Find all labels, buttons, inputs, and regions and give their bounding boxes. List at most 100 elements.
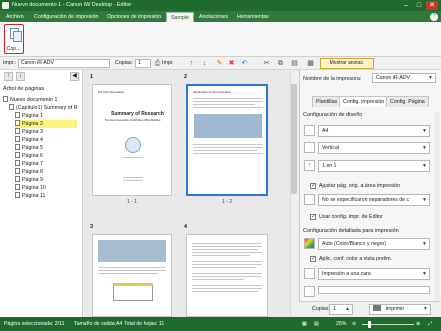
orientation-select[interactable]: Vertical ▼ (318, 142, 430, 154)
copies-label: Copias: (115, 60, 133, 66)
arrow-up-icon[interactable]: ↑ (187, 59, 196, 68)
apply-color-label: Aplic. conf. color a vista prelim. (319, 256, 393, 262)
undo-icon[interactable]: ↶ (240, 59, 249, 68)
thumb-line (123, 180, 143, 181)
page-thumbnail-3[interactable] (92, 234, 172, 317)
preview-area: 1 For GS Corporation Summary of Research… (84, 70, 298, 317)
tab-print-settings[interactable]: Configuración de impresión (30, 12, 102, 22)
tab-page-config[interactable]: Config. Página (386, 96, 429, 107)
page-number: 1 (90, 74, 94, 80)
print-button[interactable]: Impr. (162, 60, 174, 66)
thumb-label: 1 - 2 (222, 199, 233, 205)
page-number: 2 (184, 74, 188, 80)
tree-page-5[interactable]: Página 5 (15, 144, 43, 152)
copy-icon[interactable]: ⧉ (276, 59, 285, 68)
tree-page-8[interactable]: Página 8 (15, 168, 43, 176)
minimize-button[interactable]: – (400, 1, 412, 10)
maximize-button[interactable]: □ (413, 1, 425, 10)
pages-per-sheet-select[interactable]: 1 en 1 ▼ (318, 160, 430, 172)
thumb-label: 1 - 1 (127, 199, 138, 205)
print-action-bar: Copias 1 ▲ Imprimir ▼ (299, 301, 441, 317)
view-icon[interactable]: ▦ (306, 59, 315, 68)
globe-icon (125, 137, 141, 153)
tree-page-3[interactable]: Página 3 (15, 128, 43, 136)
arrow-down-icon[interactable]: ↓ (200, 59, 209, 68)
tab-print-options[interactable]: Opciones de impresión (103, 12, 165, 22)
copies-label: Copias (312, 306, 329, 312)
tree-page-7[interactable]: Página 7 (15, 160, 43, 168)
paper-size-select[interactable]: A4 ▼ (318, 125, 430, 137)
fit-area-label: Ajustar pág. orig. a área impresión (319, 183, 400, 189)
grid-view-icon[interactable]: ▦ (302, 321, 307, 327)
thumb-photo (194, 114, 262, 138)
tree-page-2[interactable]: Página 2 (15, 120, 77, 128)
printer-name-select[interactable]: Canon iR-ADV ▼ (372, 73, 436, 83)
tree-page-1[interactable]: Página 1 (15, 112, 43, 120)
copies-input[interactable]: 1 ▲ (329, 304, 353, 315)
paste-icon[interactable]: ▤ (290, 59, 299, 68)
printer-select[interactable]: Canon iR-ADV (18, 59, 110, 68)
settings-scrollbar[interactable] (434, 112, 440, 316)
tab-print-config[interactable]: Config. impresión (339, 96, 389, 107)
tree-page-11[interactable]: Página 11 (15, 192, 45, 200)
copies-input[interactable]: 1 (135, 59, 151, 68)
close-button[interactable]: ✕ (426, 1, 438, 10)
tree-root[interactable]: Nuevo documento 1 (3, 96, 57, 104)
zoom-out-icon[interactable]: ⊖ (352, 321, 356, 327)
color-mode-select[interactable]: Auto (Color/Blanco y negro) ▼ (318, 238, 430, 250)
extra-option-select[interactable] (318, 286, 430, 294)
tree-page-6[interactable]: Página 6 (15, 152, 43, 160)
move-up-icon[interactable]: ↑ (4, 72, 13, 81)
thumb-line (192, 273, 262, 274)
tab-annotations[interactable]: Anotaciones (195, 12, 232, 22)
zoom-slider-thumb[interactable] (368, 321, 371, 328)
copy-button[interactable]: Cop... (4, 24, 24, 54)
settings-panel: Nombre de la impresora: Canon iR-ADV ▼ Pl… (299, 70, 441, 317)
thumb-line (193, 147, 263, 148)
print-button[interactable]: Imprimir ▼ (369, 304, 431, 315)
printer-icon: ⎙ (154, 60, 161, 67)
fit-page-icon[interactable]: ⤢ (428, 321, 432, 328)
tree-page-10[interactable]: Página 10 (15, 184, 46, 192)
cut-icon[interactable]: ✂ (262, 59, 271, 68)
move-down-icon[interactable]: ↓ (16, 72, 25, 81)
thumb-title: Introduction of GS Corporation (193, 90, 231, 94)
tab-templates[interactable]: Plantillas (312, 96, 342, 107)
thumb-line (192, 249, 258, 250)
printer-name-label: Nombre de la impresora: (303, 76, 362, 82)
fit-area-checkbox[interactable]: ✓ (310, 183, 316, 189)
edit-icon[interactable]: ✎ (215, 59, 224, 68)
page-thumbnail-1[interactable]: For GS Corporation Summary of Research T… (92, 84, 172, 196)
help-icon[interactable]: ? (430, 13, 438, 21)
thumb-line (123, 177, 143, 178)
title-bar: Nuevo documento 1 - Canon iW Desktop - E… (0, 0, 441, 11)
layout-view-icon[interactable]: ▤ (314, 321, 319, 327)
preview-scrollbar-thumb[interactable] (291, 84, 297, 194)
layout-section-title: Configuración de diseño (303, 112, 363, 118)
sides-select[interactable]: Impresión a una cara ▼ (318, 268, 430, 280)
page-thumbnail-2[interactable]: Introduction of GS Corporation (186, 84, 268, 196)
tree-chapter[interactable]: (Capítulo1) Summary of R (9, 104, 78, 112)
tree-page-9[interactable]: Página 9 (15, 176, 43, 184)
delete-icon[interactable]: ✖ (227, 59, 236, 68)
tab-archivo[interactable]: Archivo (2, 12, 28, 22)
thumb-line (192, 285, 262, 286)
separator-select[interactable]: No se especificaron separadores de c ▼ (318, 194, 430, 206)
pin-icon[interactable]: ◀ (70, 72, 79, 81)
zoom-in-icon[interactable]: ⊕ (416, 321, 420, 327)
apply-color-checkbox[interactable]: ✓ (310, 256, 316, 262)
thumb-line (192, 246, 262, 247)
tree-page-4[interactable]: Página 4 (15, 136, 43, 144)
page-thumbnail-4[interactable] (186, 234, 268, 317)
tab-sample[interactable]: Sample (166, 12, 194, 22)
status-output-size: Tamaño de salida:A4 (74, 321, 123, 327)
tab-tools[interactable]: Herramientas (233, 12, 273, 22)
thumb-line (192, 288, 262, 289)
thumb-line (193, 104, 255, 105)
use-editor-config-checkbox[interactable]: ✓ (310, 214, 316, 220)
thumb-line (98, 267, 166, 268)
show-annotations-button[interactable]: Mostrar anotac. (320, 58, 374, 69)
thumb-line (98, 273, 158, 274)
copy-button-label: Cop... (6, 46, 21, 52)
thumb-line (192, 264, 262, 265)
